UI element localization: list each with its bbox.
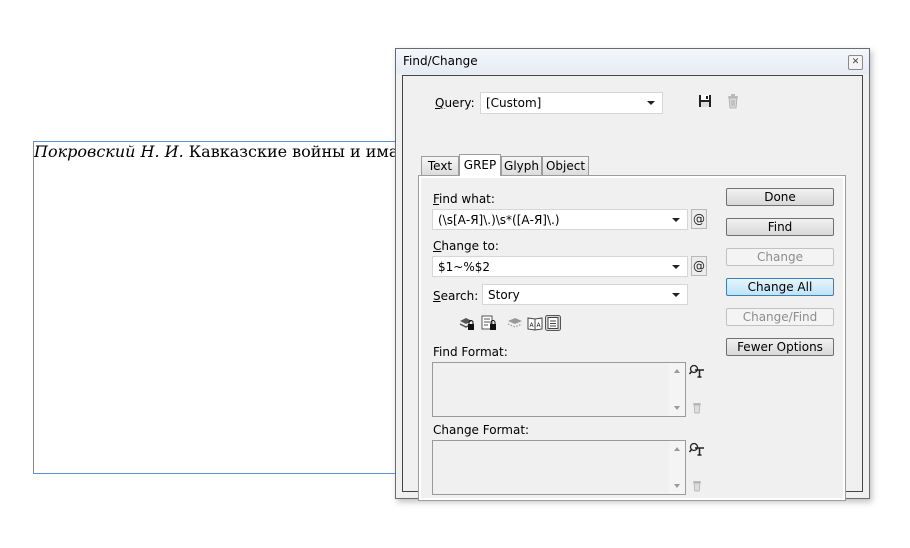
search-options-toolbar: A A [459,315,579,333]
close-icon: ✕ [851,57,860,67]
query-value: [Custom] [486,96,542,110]
done-button[interactable]: Done [726,188,834,206]
search-scope-value: Story [488,288,520,302]
clear-change-format-icon[interactable] [692,480,702,492]
fewer-options-button[interactable]: Fewer Options [726,338,834,356]
search-scope-select[interactable]: Story [482,284,688,305]
include-locked-layers-icon[interactable] [459,315,475,331]
change-find-button[interactable]: Change/Find [726,308,834,326]
specify-find-format-icon[interactable] [689,364,705,378]
include-hidden-layers-icon[interactable] [507,315,523,331]
change-format-scrollbar[interactable] [669,441,685,494]
floppy-disk-icon[interactable] [698,94,712,108]
find-format-scrollbar[interactable] [669,363,685,416]
text-frame[interactable]: Покровский Н. И. Кавказские войны и имам [33,141,413,474]
query-select[interactable]: [Custom] [480,92,663,114]
tab-text[interactable]: Text [421,156,459,175]
scroll-down-icon [674,406,680,410]
include-locked-stories-icon[interactable] [481,315,497,331]
special-characters-find-button[interactable]: @ [691,209,707,229]
find-button[interactable]: Find [726,218,834,236]
find-what-input[interactable]: (\s[А-Я]\.)\s*([А-Я]\.) [432,209,688,230]
at-sign-icon: @ [693,259,705,273]
author-name: Покровский Н. И. [34,142,184,161]
include-footnotes-icon[interactable] [545,315,561,331]
find-format-box[interactable] [432,362,686,417]
chevron-down-icon [647,101,655,105]
change-to-input[interactable]: $1~%$2 [432,256,688,277]
special-characters-change-button[interactable]: @ [691,256,707,276]
change-format-label: Change Format: [433,423,530,437]
dialog-title: Find/Change [403,54,478,68]
at-sign-icon: @ [693,212,705,226]
find-change-dialog: Find/Change ✕ Query: [Custom] Text GREP … [395,48,870,501]
document-text: Покровский Н. И. Кавказские войны и имам [34,142,411,162]
search-label: Search: [433,289,479,303]
change-format-box[interactable] [432,440,686,495]
specify-change-format-icon[interactable] [689,442,705,456]
change-all-button[interactable]: Change All [726,278,834,296]
tab-object[interactable]: Object [542,156,589,175]
scroll-up-icon [674,447,680,451]
trash-icon[interactable] [726,93,740,109]
title-text: Кавказские войны и имам [183,142,411,161]
find-what-label: Find what: [433,192,495,206]
change-to-value: $1~%$2 [438,260,490,274]
scroll-down-icon [674,484,680,488]
grep-panel: Find what: (\s[А-Я]\.)\s*([А-Я]\.) @ Cha… [418,175,846,501]
find-format-label: Find Format: [433,345,508,359]
query-label: Query: [435,96,475,110]
close-button[interactable]: ✕ [848,55,863,70]
change-to-label: Change to: [433,239,499,253]
include-master-pages-icon[interactable]: A A [527,315,543,331]
scroll-up-icon [674,369,680,373]
chevron-down-icon [672,218,680,222]
find-what-value: (\s[А-Я]\.)\s*([А-Я]\.) [438,213,560,227]
tab-glyph[interactable]: Glyph [501,156,542,175]
dialog-body: Query: [Custom] Text GREP Glyph Object F… [402,75,863,501]
chevron-down-icon [672,293,680,297]
clear-find-format-icon[interactable] [692,402,702,414]
change-button[interactable]: Change [726,248,834,266]
title-bar[interactable]: Find/Change ✕ [396,49,869,74]
tab-grep[interactable]: GREP [459,154,501,176]
chevron-down-icon [672,265,680,269]
